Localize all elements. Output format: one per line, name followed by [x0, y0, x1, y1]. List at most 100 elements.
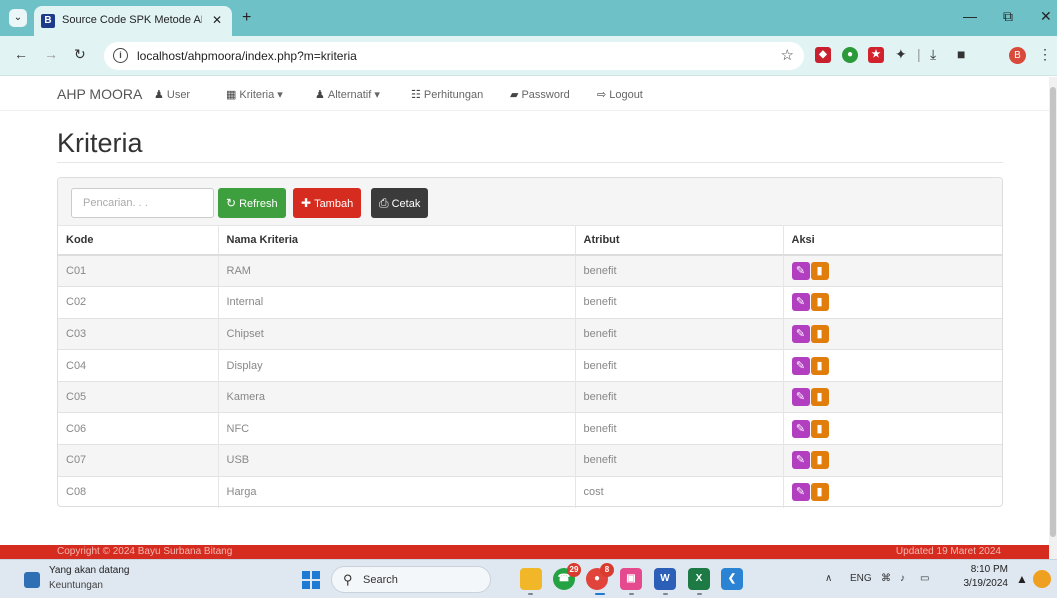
refresh-label: Refresh: [239, 198, 278, 210]
trash-icon[interactable]: ▮: [810, 262, 829, 281]
page-scrollbar[interactable]: [1049, 77, 1057, 559]
back-arrow-icon[interactable]: ←: [14, 46, 28, 62]
cell-nama-kriteria: Chipset: [217, 317, 575, 350]
cell-kode: C06: [58, 412, 218, 445]
whatsapp-badge: 29: [567, 563, 581, 577]
nav-item-logout[interactable]: ⇨ Logout: [597, 88, 643, 101]
battery-icon[interactable]: ▭: [920, 573, 929, 584]
running-indicator: [528, 593, 533, 595]
edit-icon[interactable]: ✎: [791, 419, 810, 438]
search-input[interactable]: [71, 188, 214, 218]
browser-tab[interactable]: B Source Code SPK Metode AHP ✕: [34, 6, 232, 36]
restore-icon[interactable]: ⧉: [1003, 8, 1013, 25]
stocks-widget-icon[interactable]: [24, 572, 40, 588]
scrollbar-thumb[interactable]: [1050, 87, 1056, 537]
extension-pdf-icon[interactable]: ★: [868, 47, 884, 63]
trash-icon[interactable]: ▮: [810, 324, 829, 343]
tray-chevron-icon[interactable]: ∧: [825, 573, 832, 584]
cell-kode: C02: [58, 286, 218, 319]
whatsapp-icon[interactable]: ☎ 29: [553, 563, 581, 590]
widget-subtitle: Keuntungan: [49, 580, 103, 591]
taskbar-search[interactable]: ⚲ Search: [331, 566, 491, 593]
cell-aksi: ✎ ▮: [782, 286, 1002, 319]
refresh-button[interactable]: ↻ Refresh: [218, 188, 286, 218]
download-icon[interactable]: ⤓: [930, 46, 936, 63]
edit-icon[interactable]: ✎: [791, 293, 810, 312]
cell-kode: C05: [58, 380, 218, 413]
cell-nama-kriteria: Display: [217, 349, 575, 382]
edit-icon[interactable]: ✎: [791, 388, 810, 407]
minimize-icon[interactable]: —: [963, 8, 977, 24]
wifi-icon[interactable]: ⌘: [881, 573, 891, 584]
clock-date[interactable]: 3/19/2024: [952, 578, 1009, 589]
volume-icon[interactable]: ♪: [900, 573, 905, 584]
add-button[interactable]: ✚ Tambah: [293, 188, 362, 218]
edit-icon[interactable]: ✎: [791, 262, 810, 281]
cell-nama-kriteria: RAM: [217, 254, 575, 287]
new-tab-button[interactable]: +: [242, 9, 251, 27]
print-label: Cetak: [391, 197, 421, 210]
column-header-kode: Kode: [58, 226, 218, 256]
table-row: C06 NFC benefit ✎ ▮: [58, 412, 1002, 445]
edit-icon[interactable]: ✎: [791, 356, 810, 375]
notification-bell-icon[interactable]: ▲: [1016, 572, 1028, 586]
extensions-puzzle-icon[interactable]: ✦: [895, 46, 907, 63]
profile-avatar[interactable]: B: [1009, 47, 1026, 64]
edit-icon[interactable]: ✎: [791, 324, 810, 343]
trash-icon[interactable]: ▮: [810, 388, 829, 407]
address-bar[interactable]: i localhost/ahpmoora/index.php?m=kriteri…: [104, 42, 804, 70]
nav-item-user[interactable]: ♟ User: [154, 88, 190, 101]
nav-item-kriteria[interactable]: ▦ Kriteria ▾: [226, 88, 283, 101]
reload-icon[interactable]: ↻: [74, 46, 86, 63]
column-header-aksi: Aksi: [782, 226, 1002, 256]
nav-item-alternatif[interactable]: ♟ Alternatif ▾: [315, 88, 380, 101]
cell-aksi: ✎ ▮: [782, 349, 1002, 382]
table-row: C05 Kamera benefit ✎ ▮: [58, 380, 1002, 413]
address-url[interactable]: localhost/ahpmoora/index.php?m=kriteria: [137, 49, 357, 63]
cell-app-icon[interactable]: ▣: [620, 568, 642, 590]
language-indicator[interactable]: ENG: [850, 573, 872, 584]
brand-link[interactable]: AHP MOORA: [57, 86, 142, 102]
file-explorer-icon[interactable]: [520, 568, 542, 590]
trash-icon[interactable]: ▮: [810, 293, 829, 312]
widget-title[interactable]: Yang akan datang: [49, 565, 129, 576]
cell-atribut: benefit: [574, 317, 783, 350]
site-info-icon[interactable]: i: [113, 48, 128, 63]
excel-icon[interactable]: X: [688, 568, 710, 590]
plus-icon: ✚: [301, 196, 312, 210]
print-button[interactable]: ⎙ Cetak: [371, 188, 429, 218]
cell-aksi: ✎ ▮: [782, 254, 1002, 287]
trash-icon[interactable]: ▮: [810, 483, 829, 502]
nav-item-label: Logout: [609, 89, 643, 101]
clock-time[interactable]: 8:10 PM: [962, 564, 1008, 575]
browser-menu-icon[interactable]: ⋮: [1038, 46, 1052, 63]
vscode-icon[interactable]: ❮: [721, 568, 743, 590]
tab-close-icon[interactable]: ✕: [212, 13, 222, 27]
nav-item-password[interactable]: ▰ Password: [510, 88, 570, 101]
word-icon[interactable]: W: [654, 568, 676, 590]
cell-nama-kriteria: NFC: [217, 412, 575, 445]
trash-icon[interactable]: ▮: [810, 356, 829, 375]
table-row: C08 Harga cost ✎ ▮: [58, 475, 1002, 508]
extension-shield-icon[interactable]: ◆: [815, 47, 831, 63]
window-close-icon[interactable]: ✕: [1040, 8, 1052, 25]
windows-start-icon[interactable]: [302, 571, 320, 589]
edit-icon[interactable]: ✎: [791, 451, 810, 470]
edit-icon[interactable]: ✎: [791, 483, 810, 502]
cell-aksi: ✎ ▮: [782, 412, 1002, 445]
bookmark-star-icon[interactable]: ☆: [781, 46, 794, 64]
chrome-icon[interactable]: ● 8: [586, 563, 614, 590]
side-panel-icon[interactable]: ■: [957, 46, 965, 62]
nav-item-label: Alternatif ▾: [327, 89, 380, 101]
cell-atribut: benefit: [574, 380, 783, 413]
tab-search-chevron-icon[interactable]: ⌄: [9, 9, 27, 27]
chrome-badge: 8: [600, 563, 614, 577]
trash-icon[interactable]: ▮: [810, 419, 829, 438]
trash-icon[interactable]: ▮: [810, 451, 829, 470]
pkc-app-icon[interactable]: [1033, 570, 1051, 588]
cell-kode: C04: [58, 349, 218, 382]
cell-aksi: ✎ ▮: [782, 380, 1002, 413]
forward-arrow-icon[interactable]: →: [44, 46, 58, 62]
nav-item-perhitungan[interactable]: ☷ Perhitungan: [411, 88, 483, 101]
extension-globe-icon[interactable]: ●: [842, 47, 858, 63]
